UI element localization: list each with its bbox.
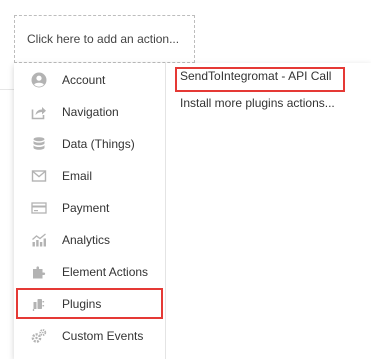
action-category-list: Account Navigation Data (Things) Email P… <box>14 63 166 359</box>
navigation-icon <box>30 103 48 121</box>
menu-item-label: Email <box>62 169 93 183</box>
submenu-item-install-more-plugins[interactable]: Install more plugins actions... <box>180 96 335 110</box>
menu-item-account[interactable]: Account <box>14 64 166 96</box>
menu-item-navigation[interactable]: Navigation <box>14 96 166 128</box>
menu-item-data-things[interactable]: Data (Things) <box>14 128 166 160</box>
menu-item-label: Account <box>62 73 106 87</box>
plugin-actions-list: SendToIntegromat - API Call Install more… <box>166 63 371 359</box>
submenu-item-sendtointegromat[interactable]: SendToIntegromat - API Call <box>180 69 331 83</box>
custom-events-icon <box>30 327 48 345</box>
add-action-box[interactable]: Click here to add an action... <box>14 15 195 63</box>
plugins-icon <box>30 295 48 313</box>
payment-icon <box>30 199 48 217</box>
menu-item-label: Navigation <box>62 105 119 119</box>
email-icon <box>30 167 48 185</box>
menu-item-payment[interactable]: Payment <box>14 192 166 224</box>
menu-item-analytics[interactable]: Analytics <box>14 224 166 256</box>
menu-item-label: Data (Things) <box>62 137 135 151</box>
menu-item-custom-events[interactable]: Custom Events <box>14 320 166 352</box>
account-icon <box>30 71 48 89</box>
menu-item-email[interactable]: Email <box>14 160 166 192</box>
menu-item-label: Analytics <box>62 233 111 247</box>
analytics-icon <box>30 231 48 249</box>
action-dropdown-menu: Account Navigation Data (Things) Email P… <box>14 63 371 359</box>
menu-item-label: Element Actions <box>62 265 149 279</box>
menu-item-label: Plugins <box>62 297 102 311</box>
menu-item-label: Custom Events <box>62 329 144 343</box>
menu-item-label: Payment <box>62 201 110 215</box>
element-actions-icon <box>30 263 48 281</box>
menu-item-element-actions[interactable]: Element Actions <box>14 256 166 288</box>
menu-item-plugins[interactable]: Plugins <box>14 288 166 320</box>
database-icon <box>30 135 48 153</box>
